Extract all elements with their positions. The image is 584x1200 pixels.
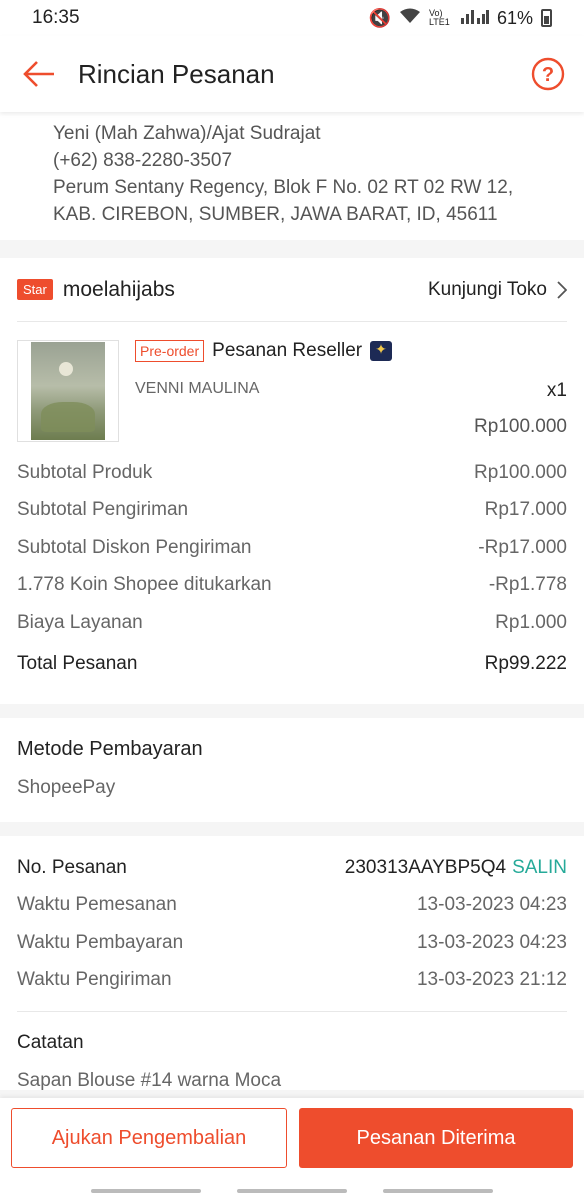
copy-order-number-button[interactable]: SALIN <box>512 857 567 879</box>
back-arrow-icon <box>23 61 54 87</box>
app-header: Rincian Pesanan ? <box>0 36 584 112</box>
star-seller-badge: Star <box>17 279 53 300</box>
product-name: Pesanan Reseller <box>212 340 363 361</box>
summary-row: Subtotal Diskon Pengiriman -Rp17.000 <box>17 529 567 567</box>
order-info-section: No. Pesanan 230313AAYBP5Q4 SALIN Waktu P… <box>0 836 584 1092</box>
address-line-2: KAB. CIREBON, SUMBER, JAWA BARAT, ID, 45… <box>53 204 498 225</box>
product-price: Rp100.000 <box>474 416 567 437</box>
product-info: Pre-order Pesanan Reseller VENNI MAULINA… <box>119 340 567 454</box>
summary-value: -Rp1.778 <box>488 574 567 596</box>
signal-icon <box>460 8 489 29</box>
payment-time-label: Waktu Pembayaran <box>17 931 184 953</box>
notes-text: Sapan Blouse #14 warna Moca <box>17 1070 282 1091</box>
system-nav-bar <box>0 1182 584 1200</box>
nav-handle[interactable] <box>91 1189 201 1193</box>
nav-handle[interactable] <box>237 1189 347 1193</box>
request-return-button[interactable]: Ajukan Pengembalian <box>11 1108 287 1168</box>
shipping-time-label: Waktu Pengiriman <box>17 969 172 991</box>
summary-value: Rp1.000 <box>495 611 567 633</box>
payment-time-row: Waktu Pembayaran 13-03-2023 04:23 <box>17 924 567 962</box>
summary-label: Subtotal Pengiriman <box>17 499 189 521</box>
summary-row: 1.778 Koin Shopee ditukarkan -Rp1.778 <box>17 567 567 605</box>
back-button[interactable] <box>0 36 78 112</box>
payment-method-title: Metode Pembayaran <box>17 738 203 760</box>
product-image <box>31 342 105 440</box>
order-time-row: Waktu Pemesanan 13-03-2023 04:23 <box>17 887 567 925</box>
summary-label: 1.778 Koin Shopee ditukarkan <box>17 574 272 596</box>
battery-icon <box>541 9 552 27</box>
order-time-label: Waktu Pemesanan <box>17 894 177 916</box>
notes-title: Catatan <box>17 1032 84 1053</box>
summary-label: Subtotal Produk <box>17 461 153 483</box>
shop-header: Star moelahijabs Kunjungi Toko <box>17 258 567 322</box>
status-bar: 16:35 🔇 Vo) LTE1 61% <box>0 0 584 36</box>
order-total-label: Total Pesanan <box>17 652 138 674</box>
shipping-time-value: 13-03-2023 21:12 <box>416 969 567 991</box>
product-variant: VENNI MAULINA <box>135 380 260 397</box>
order-received-button[interactable]: Pesanan Diterima <box>299 1108 573 1168</box>
summary-row: Biaya Layanan Rp1.000 <box>17 604 567 642</box>
notes-block: Catatan Sapan Blouse #14 warna Moca <box>17 1011 567 1092</box>
order-time-value: 13-03-2023 04:23 <box>416 894 567 916</box>
payment-time-value: 13-03-2023 04:23 <box>416 931 567 953</box>
status-time: 16:35 <box>32 7 80 28</box>
help-icon: ? <box>531 57 565 91</box>
svg-text:?: ? <box>542 64 554 86</box>
payment-method-section: Metode Pembayaran ShopeePay <box>0 718 584 822</box>
summary-value: Rp17.000 <box>484 499 567 521</box>
network-label: Vo) LTE1 <box>428 8 450 27</box>
order-number-label: No. Pesanan <box>17 856 127 878</box>
payment-method-value: ShopeePay <box>17 777 116 798</box>
recipient-name: Yeni (Mah Zahwa)/Ajat Sudrajat <box>53 123 321 144</box>
order-number-value: 230313AAYBP5Q4 <box>344 856 507 878</box>
shop-name[interactable]: moelahijabs <box>63 278 428 302</box>
recipient-phone: (+62) 838-2280-3507 <box>53 150 233 171</box>
firework-emoji-icon <box>370 341 393 361</box>
order-total-row: Total Pesanan Rp99.222 <box>17 642 567 686</box>
summary-value: Rp100.000 <box>474 461 567 483</box>
status-icons: 🔇 Vo) LTE1 61% <box>369 8 552 29</box>
order-number-row: No. Pesanan 230313AAYBP5Q4 SALIN <box>17 849 567 887</box>
order-total-value: Rp99.222 <box>484 652 567 674</box>
summary-label: Subtotal Diskon Pengiriman <box>17 536 252 558</box>
shipping-time-row: Waktu Pengiriman 13-03-2023 21:12 <box>17 962 567 1000</box>
summary-row: Subtotal Produk Rp100.000 <box>17 454 567 492</box>
address-line-1: Perum Sentany Regency, Blok F No. 02 RT … <box>53 177 514 198</box>
visit-shop-link[interactable]: Kunjungi Toko <box>428 279 567 301</box>
preorder-tag: Pre-order <box>135 340 205 362</box>
visit-shop-label: Kunjungi Toko <box>427 278 547 300</box>
summary-value: -Rp17.000 <box>478 536 567 558</box>
nav-handle[interactable] <box>383 1189 493 1193</box>
product-item[interactable]: Pre-order Pesanan Reseller VENNI MAULINA… <box>17 322 567 454</box>
product-thumbnail <box>17 340 119 442</box>
wifi-icon <box>399 8 421 29</box>
shipping-address: Yeni (Mah Zahwa)/Ajat Sudrajat (+62) 838… <box>0 112 584 240</box>
chevron-right-icon <box>557 280 567 299</box>
mute-icon: 🔇 <box>368 7 391 28</box>
bottom-action-bar: Ajukan Pengembalian Pesanan Diterima <box>0 1098 584 1182</box>
help-button[interactable]: ? <box>512 36 584 112</box>
shop-section: Star moelahijabs Kunjungi Toko Pre-order… <box>0 258 584 704</box>
summary-row: Subtotal Pengiriman Rp17.000 <box>17 492 567 530</box>
summary-label: Biaya Layanan <box>17 611 143 633</box>
battery-percent: 61% <box>496 7 533 28</box>
price-summary: Subtotal Produk Rp100.000 Subtotal Pengi… <box>17 454 567 686</box>
page-title: Rincian Pesanan <box>78 58 275 89</box>
product-quantity: x1 <box>546 380 567 401</box>
